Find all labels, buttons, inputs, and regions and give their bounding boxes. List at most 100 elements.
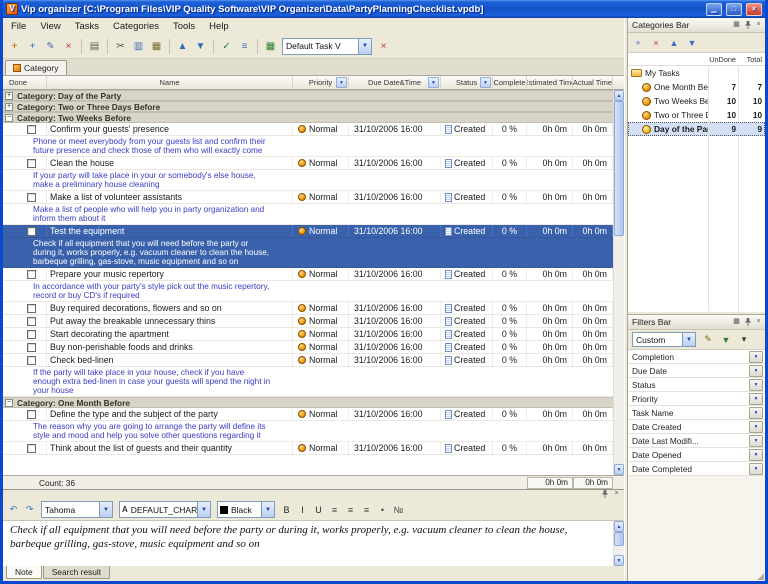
scroll-thumb[interactable] bbox=[614, 101, 624, 236]
move-category-up-icon[interactable]: ▲ bbox=[666, 35, 682, 51]
due-date-dropdown-button[interactable]: ▼ bbox=[749, 365, 763, 377]
task-checkbox[interactable] bbox=[27, 330, 36, 339]
note-row[interactable]: In accordance with your party's style pi… bbox=[3, 281, 613, 302]
column-header-name[interactable]: Name bbox=[47, 76, 293, 89]
task-row[interactable]: Test the equipmentNormal31/10/2006 16:00… bbox=[3, 225, 613, 238]
scroll-down-icon[interactable]: ▼ bbox=[614, 464, 624, 475]
view-notes-icon[interactable]: ≡ bbox=[236, 38, 253, 55]
chevron-down-icon[interactable]: ▼ bbox=[261, 502, 274, 517]
note-row[interactable]: If the party will take place in your hou… bbox=[3, 367, 613, 397]
scroll-down-icon[interactable]: ▼ bbox=[614, 555, 624, 566]
due-date-time-filter-button[interactable]: ▼ bbox=[428, 77, 439, 88]
menu-categories[interactable]: Categories bbox=[106, 20, 166, 33]
bullet-list-icon[interactable]: • bbox=[375, 502, 390, 517]
new-category-icon[interactable]: + bbox=[630, 35, 646, 51]
pin-icon[interactable] bbox=[743, 318, 752, 327]
font-family-combobox[interactable]: Tahoma ▼ bbox=[41, 501, 113, 518]
delete-category-icon[interactable]: × bbox=[648, 35, 664, 51]
task-row[interactable]: Clean the houseNormal31/10/2006 16:00Cre… bbox=[3, 157, 613, 170]
menu-help[interactable]: Help bbox=[202, 20, 236, 33]
note-row[interactable]: Make a list of people who will help you … bbox=[3, 204, 613, 225]
filter-menu-icon[interactable]: ▾ bbox=[736, 332, 752, 348]
column-header-due-date-time[interactable]: Due Date&Time▼ bbox=[349, 76, 441, 89]
scroll-up-icon[interactable]: ▲ bbox=[614, 90, 624, 101]
task-type-combobox[interactable]: Default Task V ▼ bbox=[282, 38, 372, 55]
task-row[interactable]: Think about the list of guests and their… bbox=[3, 442, 613, 455]
date-created-dropdown-button[interactable]: ▼ bbox=[749, 421, 763, 433]
task-checkbox[interactable] bbox=[27, 444, 36, 453]
task-checkbox[interactable] bbox=[27, 227, 36, 236]
tree-item-one-month-befo[interactable]: One Month Befo...77 bbox=[628, 80, 765, 94]
edit-task-icon[interactable]: ✎ bbox=[42, 38, 59, 55]
status-filter-button[interactable]: ▼ bbox=[480, 77, 491, 88]
task-row[interactable]: Define the type and the subject of the p… bbox=[3, 408, 613, 421]
tab-search-result[interactable]: Search result bbox=[43, 566, 110, 579]
pin-icon[interactable] bbox=[743, 21, 752, 30]
priority-dropdown-button[interactable]: ▼ bbox=[749, 393, 763, 405]
category-row[interactable]: −Category: One Month Before bbox=[3, 397, 613, 408]
copy-icon[interactable]: ▥ bbox=[130, 38, 147, 55]
task-checkbox[interactable] bbox=[27, 159, 36, 168]
align-left-icon[interactable]: ≡ bbox=[327, 502, 342, 517]
panel-menu-icon[interactable]: ▦ bbox=[732, 21, 741, 30]
tree-item-my-tasks[interactable]: My Tasks bbox=[628, 66, 765, 80]
cut-icon[interactable]: ✂ bbox=[112, 38, 129, 55]
delete-task-icon[interactable]: × bbox=[60, 38, 77, 55]
menu-file[interactable]: File bbox=[4, 20, 33, 33]
task-row[interactable]: Prepare your music repertoryNormal31/10/… bbox=[3, 268, 613, 281]
task-row[interactable]: Start decorating the apartmentNormal31/1… bbox=[3, 328, 613, 341]
new-category-icon[interactable]: + bbox=[24, 38, 41, 55]
pin-icon[interactable] bbox=[600, 490, 609, 499]
task-checkbox[interactable] bbox=[27, 356, 36, 365]
underline-button[interactable]: U bbox=[311, 502, 326, 517]
category-expander-icon[interactable]: + bbox=[5, 92, 13, 100]
italic-button[interactable]: I bbox=[295, 502, 310, 517]
category-expander-icon[interactable]: + bbox=[5, 103, 13, 111]
tab-note[interactable]: Note bbox=[6, 566, 42, 579]
close-button[interactable]: × bbox=[746, 3, 762, 16]
category-expander-icon[interactable]: − bbox=[5, 114, 13, 122]
task-checkbox[interactable] bbox=[27, 317, 36, 326]
filter-preset-combobox[interactable]: Custom ▼ bbox=[632, 332, 696, 347]
note-row[interactable]: Phone or meet everybody from your guests… bbox=[3, 136, 613, 157]
column-header-estimated-time[interactable]: Estimated Time bbox=[527, 76, 573, 89]
menu-tasks[interactable]: Tasks bbox=[68, 20, 106, 33]
category-row[interactable]: +Category: Two or Three Days Before bbox=[3, 101, 613, 112]
apply-filter-icon[interactable]: ▼ bbox=[718, 332, 734, 348]
edit-filter-icon[interactable]: ✎ bbox=[700, 332, 716, 348]
print-icon[interactable]: ▤ bbox=[86, 38, 103, 55]
paste-icon[interactable]: ▦ bbox=[148, 38, 165, 55]
numbered-list-icon[interactable]: № bbox=[391, 502, 406, 517]
status-dropdown-button[interactable]: ▼ bbox=[749, 379, 763, 391]
note-row[interactable]: Check if all equipment that you will nee… bbox=[3, 238, 613, 268]
task-checkbox[interactable] bbox=[27, 193, 36, 202]
task-row[interactable]: Make a list of volunteer assistantsNorma… bbox=[3, 191, 613, 204]
column-header-complete[interactable]: Complete bbox=[493, 76, 527, 89]
restore-button[interactable]: □ bbox=[726, 3, 742, 16]
chevron-down-icon[interactable]: ▼ bbox=[99, 502, 112, 517]
close-icon[interactable]: × bbox=[754, 318, 763, 327]
column-header-done[interactable]: Done bbox=[3, 76, 47, 89]
chevron-down-icon[interactable]: ▼ bbox=[682, 333, 695, 346]
category-row[interactable]: +Category: Day of the Party bbox=[3, 90, 613, 101]
close-icon[interactable]: × bbox=[612, 490, 621, 499]
task-row[interactable]: Put away the breakable unnecessary thins… bbox=[3, 315, 613, 328]
menu-tools[interactable]: Tools bbox=[166, 20, 202, 33]
category-row[interactable]: −Category: Two Weeks Before bbox=[3, 112, 613, 123]
font-color-combobox[interactable]: Black ▼ bbox=[217, 501, 275, 518]
undo-icon[interactable]: ↶ bbox=[6, 502, 21, 517]
task-checkbox[interactable] bbox=[27, 270, 36, 279]
task-checkbox[interactable] bbox=[27, 343, 36, 352]
clear-task-type-icon[interactable]: × bbox=[375, 38, 392, 55]
organizer-tree-icon[interactable]: ▦ bbox=[262, 38, 279, 55]
column-header-priority[interactable]: Priority▼ bbox=[293, 76, 349, 89]
task-checkbox[interactable] bbox=[27, 410, 36, 419]
task-row[interactable]: Check bed-linenNormal31/10/2006 16:00Cre… bbox=[3, 354, 613, 367]
task-checkbox[interactable] bbox=[27, 304, 36, 313]
minimize-button[interactable]: ▁ bbox=[706, 3, 722, 16]
date-opened-dropdown-button[interactable]: ▼ bbox=[749, 449, 763, 461]
align-right-icon[interactable]: ≡ bbox=[359, 502, 374, 517]
task-row[interactable]: Confirm your guests' presenceNormal31/10… bbox=[3, 123, 613, 136]
bold-button[interactable]: B bbox=[279, 502, 294, 517]
tab-category[interactable]: Category bbox=[5, 60, 67, 75]
